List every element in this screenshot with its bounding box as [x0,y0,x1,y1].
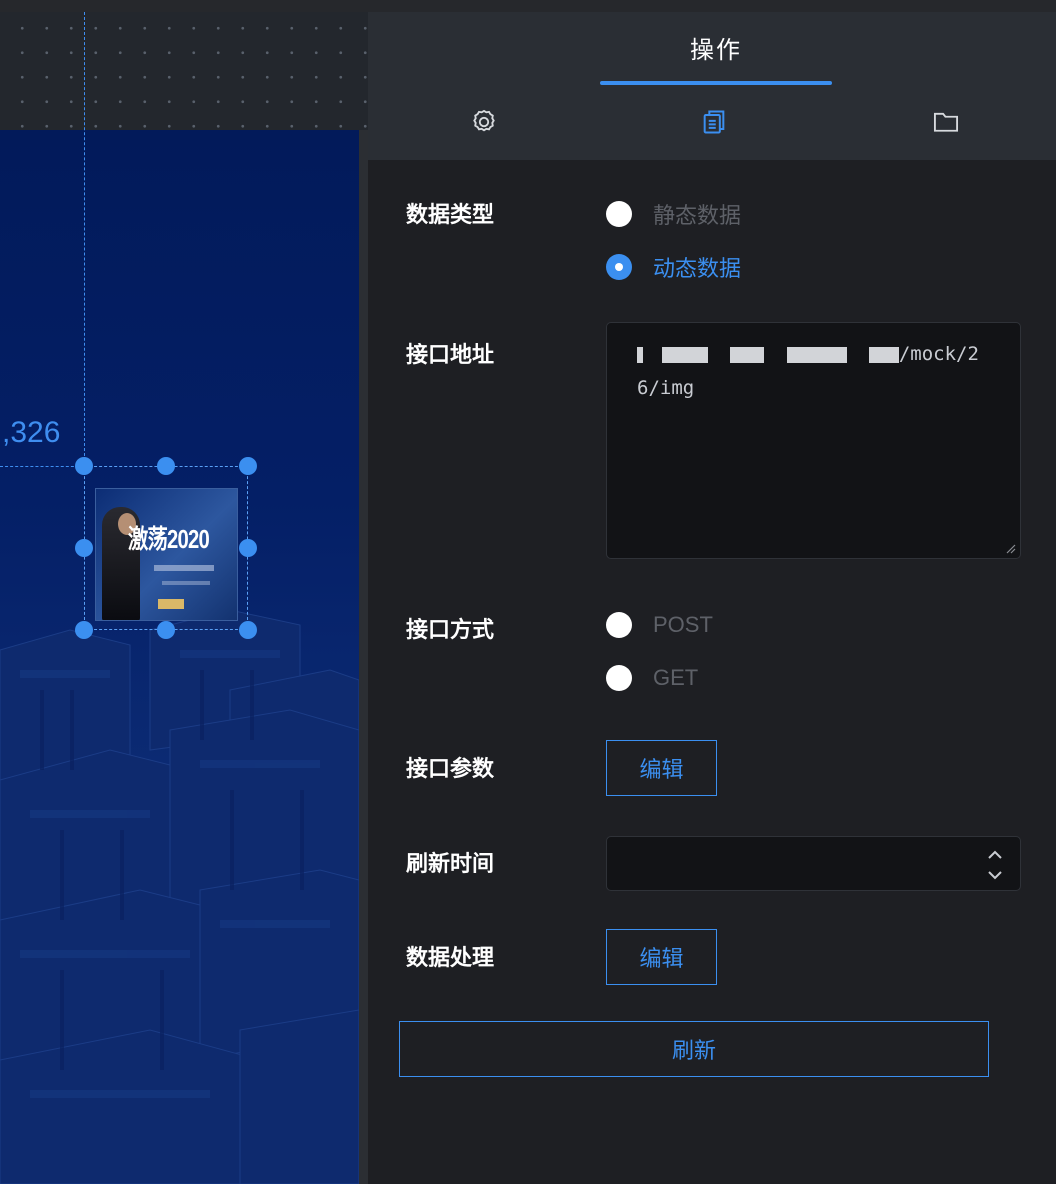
radio-circle-checked[interactable] [606,254,632,280]
vertical-guide-line [84,12,85,466]
radio-dynamic-data[interactable]: 动态数据 [606,251,741,283]
top-bar [0,0,1056,12]
api-url-line-1: /mock/2 [637,337,990,371]
radio-static-data[interactable]: 静态数据 [606,198,741,230]
data-processing-label: 数据处理 [406,946,495,971]
copy-icon [703,110,725,134]
refresh-time-input[interactable] [606,836,1021,891]
tab-data[interactable] [694,106,734,138]
radio-label: 动态数据 [653,257,742,282]
api-url-textarea[interactable]: /mock/2 6/img [606,322,1021,559]
image-subtitle-bar-2 [162,581,210,585]
api-url-line-2: 6/img [637,377,695,399]
design-canvas[interactable]: ,326 激荡2020 [0,12,368,1184]
redacted-text [729,346,764,363]
horizontal-guide-line [0,466,84,467]
city-buildings-backdrop [0,609,359,1184]
resize-handle-bottom-right[interactable] [239,621,257,639]
radio-label: 静态数据 [653,204,742,229]
canvas-dot-grid [0,12,368,130]
api-method-label: 接口方式 [406,618,495,643]
image-subtitle-bar [154,565,214,571]
radio-circle[interactable] [606,201,632,227]
resize-handle-top[interactable] [157,457,175,475]
api-url-suffix: /mock/2 [898,343,979,365]
screen-background [0,130,359,1184]
image-component[interactable]: 激荡2020 [95,488,238,621]
stepper-arrows-icon[interactable] [984,845,1006,885]
redacted-text [637,346,643,363]
radio-post[interactable]: POST [606,612,713,638]
image-badge [158,599,184,609]
edit-params-button[interactable]: 编辑 [606,740,717,796]
api-params-label: 接口参数 [406,757,495,782]
canvas-panel-divider[interactable] [359,130,368,1184]
refresh-time-label: 刷新时间 [406,852,495,877]
panel-title[interactable]: 操作 [600,30,832,65]
radio-label: POST [653,612,713,637]
panel-header: 操作 [368,12,1056,160]
tab-folder[interactable] [926,106,966,138]
api-url-label: 接口地址 [406,343,495,368]
resize-handle-top-right[interactable] [239,457,257,475]
resize-grip-icon[interactable] [1004,542,1016,554]
resize-handle-right[interactable] [239,539,257,557]
redacted-text [787,346,848,363]
position-readout: ,326 [2,416,61,449]
edit-processing-button[interactable]: 编辑 [606,929,717,985]
resize-handle-bottom-left[interactable] [75,621,93,639]
redacted-text [868,346,899,363]
radio-label: GET [653,665,699,690]
panel-title-underline [600,81,832,85]
resize-handle-left[interactable] [75,539,93,557]
radio-circle[interactable] [606,612,632,638]
radio-circle[interactable] [606,665,632,691]
image-title: 激荡2020 [128,524,210,554]
operations-panel: 操作 数据类型 静态数据 动态数据 接口地址 /mock/2 6/img 接口方… [368,12,1056,1184]
tab-settings[interactable] [464,106,504,138]
data-type-label: 数据类型 [406,203,495,228]
resize-handle-top-left[interactable] [75,457,93,475]
folder-icon [933,112,959,132]
resize-handle-bottom[interactable] [157,621,175,639]
radio-get[interactable]: GET [606,665,698,691]
redacted-text [662,346,709,363]
gear-icon [473,109,495,132]
refresh-button[interactable]: 刷新 [399,1021,989,1077]
